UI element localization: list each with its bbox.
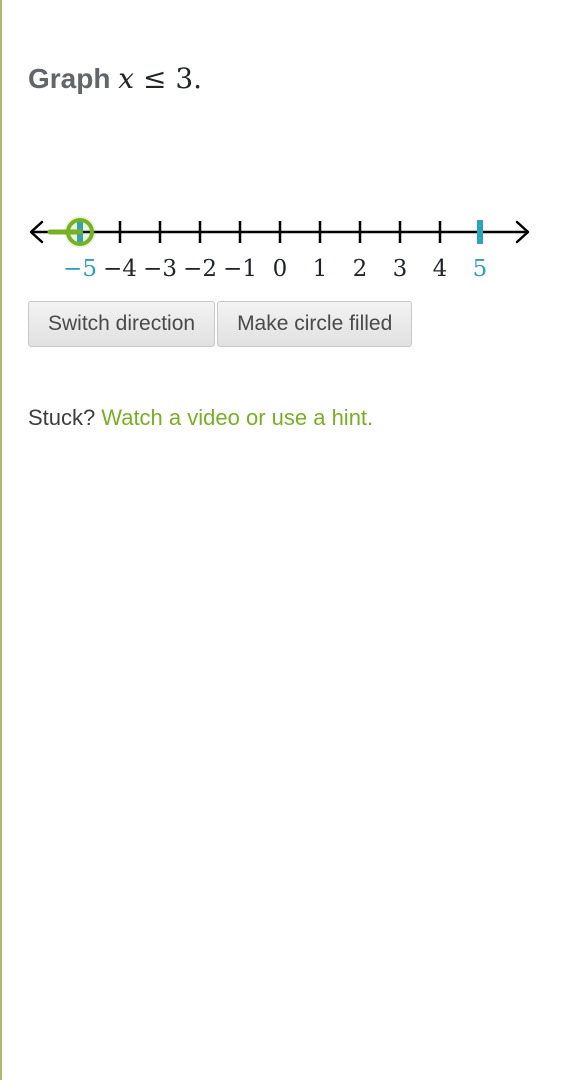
stuck-label: Stuck? xyxy=(28,405,96,430)
tick-label--2: −2 xyxy=(183,256,217,282)
tick-label--3: −3 xyxy=(143,256,177,282)
hint-link[interactable]: Watch a video or use a hint. xyxy=(101,405,373,430)
tick-label--5: −5 xyxy=(63,256,97,282)
tick-label-3: 3 xyxy=(393,256,408,282)
inequality-variable: x xyxy=(118,62,135,95)
question-prompt: Graph x ≤ 3. xyxy=(28,62,202,95)
left-edge-border xyxy=(0,0,2,1080)
number-line[interactable]: −5 −4 −3 −2 −1 0 1 2 3 4 5 xyxy=(0,195,576,290)
number-line-point-group[interactable] xyxy=(47,216,96,248)
make-circle-filled-button[interactable]: Make circle filled xyxy=(217,301,413,347)
tick-label--4: −4 xyxy=(103,256,137,282)
tick-label-2: 2 xyxy=(353,256,368,282)
tick-label-0: 0 xyxy=(273,256,288,282)
inequality-expression: x ≤ 3. xyxy=(118,62,202,95)
tick-label-5: 5 xyxy=(473,256,488,282)
switch-direction-button[interactable]: Switch direction xyxy=(28,301,216,347)
question-prefix: Graph xyxy=(28,63,111,94)
button-group: Switch direction Make circle filled xyxy=(28,301,413,347)
tick-label-4: 4 xyxy=(433,256,448,282)
inequality-operator: ≤ xyxy=(142,62,167,95)
tick-label-1: 1 xyxy=(313,256,328,282)
tick-label--1: −1 xyxy=(223,256,257,282)
help-section: Stuck? Watch a video or use a hint. xyxy=(28,405,373,431)
inequality-value: 3. xyxy=(175,62,203,95)
number-line-labels: −5 −4 −3 −2 −1 0 1 2 3 4 5 xyxy=(63,256,487,282)
